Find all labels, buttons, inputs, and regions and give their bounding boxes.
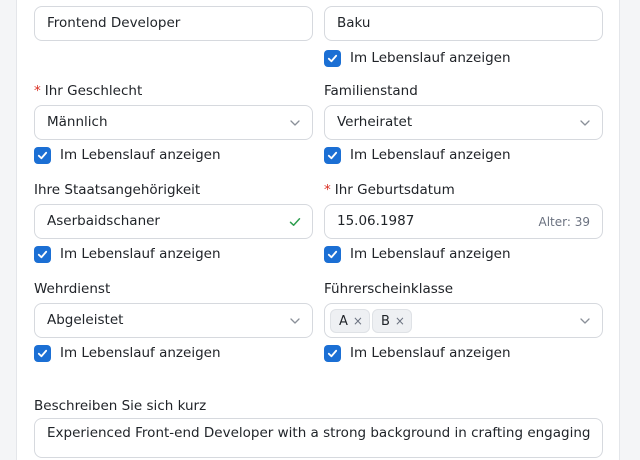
- birthdate-label-text: Ihr Geburtsdatum: [334, 182, 455, 198]
- license-label: Führerscheinklasse: [324, 281, 454, 297]
- checkbox-checked-icon[interactable]: [324, 344, 341, 362]
- chevron-down-icon: [290, 120, 300, 126]
- gender-show-in-cv[interactable]: Im Lebenslauf anzeigen: [34, 146, 221, 164]
- valid-check-icon: [289, 218, 301, 226]
- remove-tag-icon[interactable]: ×: [353, 314, 363, 328]
- show-in-cv-label: Im Lebenslauf anzeigen: [60, 246, 221, 262]
- gender-value: Männlich: [47, 114, 108, 130]
- military-value: Abgeleistet: [47, 312, 124, 328]
- show-in-cv-label: Im Lebenslauf anzeigen: [350, 345, 511, 361]
- chevron-down-icon: [580, 318, 590, 324]
- birthdate-input[interactable]: 15.06.1987 Alter: 39: [324, 204, 603, 239]
- license-show-in-cv[interactable]: Im Lebenslauf anzeigen: [324, 344, 511, 362]
- military-show-in-cv[interactable]: Im Lebenslauf anzeigen: [34, 344, 221, 362]
- show-in-cv-label: Im Lebenslauf anzeigen: [350, 147, 511, 163]
- license-multiselect[interactable]: A × B ×: [324, 303, 603, 338]
- required-mark: *: [324, 182, 331, 198]
- description-textarea[interactable]: Experienced Front-end Developer with a s…: [34, 418, 603, 458]
- citizenship-label: Ihre Staatsangehörigkeit: [34, 182, 201, 198]
- description-label: Beschreiben Sie sich kurz: [34, 398, 207, 414]
- checkbox-checked-icon[interactable]: [324, 49, 341, 67]
- city-value: Baku: [337, 15, 371, 31]
- marital-show-in-cv[interactable]: Im Lebenslauf anzeigen: [324, 146, 511, 164]
- gender-label-text: Ihr Geschlecht: [44, 83, 143, 99]
- marital-value: Verheiratet: [337, 114, 413, 130]
- license-tag-a: A ×: [330, 309, 370, 333]
- description-value: Experienced Front-end Developer with a s…: [47, 425, 591, 441]
- gender-select[interactable]: Männlich: [34, 105, 313, 140]
- checkbox-checked-icon[interactable]: [34, 146, 51, 164]
- show-in-cv-label: Im Lebenslauf anzeigen: [60, 345, 221, 361]
- remove-tag-icon[interactable]: ×: [395, 314, 405, 328]
- birthdate-show-in-cv[interactable]: Im Lebenslauf anzeigen: [324, 245, 511, 263]
- gender-label: * Ihr Geschlecht: [34, 83, 142, 99]
- tag-label: B: [381, 313, 390, 329]
- citizenship-select[interactable]: Aserbaidschaner: [34, 204, 313, 239]
- show-in-cv-label: Im Lebenslauf anzeigen: [350, 246, 511, 262]
- birthdate-value: 15.06.1987: [337, 213, 415, 229]
- tag-label: A: [339, 313, 348, 329]
- city-show-in-cv[interactable]: Im Lebenslauf anzeigen: [324, 49, 511, 67]
- job-title-input[interactable]: Frontend Developer: [34, 6, 313, 41]
- age-hint: Alter: 39: [538, 215, 590, 229]
- military-label: Wehrdienst: [34, 281, 111, 297]
- city-input[interactable]: Baku: [324, 6, 603, 41]
- birthdate-label: * Ihr Geburtsdatum: [324, 182, 455, 198]
- marital-label: Familienstand: [324, 83, 418, 99]
- military-select[interactable]: Abgeleistet: [34, 303, 313, 338]
- chevron-down-icon: [580, 120, 590, 126]
- show-in-cv-label: Im Lebenslauf anzeigen: [350, 50, 511, 66]
- citizenship-value: Aserbaidschaner: [47, 213, 160, 229]
- show-in-cv-label: Im Lebenslauf anzeigen: [60, 147, 221, 163]
- citizenship-show-in-cv[interactable]: Im Lebenslauf anzeigen: [34, 245, 221, 263]
- checkbox-checked-icon[interactable]: [34, 344, 51, 362]
- required-mark: *: [34, 83, 41, 99]
- profile-form-card: Frontend Developer Baku Im Lebenslauf an…: [16, 0, 620, 460]
- license-tag-b: B ×: [372, 309, 412, 333]
- chevron-down-icon: [290, 318, 300, 324]
- checkbox-checked-icon[interactable]: [34, 245, 51, 263]
- checkbox-checked-icon[interactable]: [324, 146, 341, 164]
- checkbox-checked-icon[interactable]: [324, 245, 341, 263]
- job-title-value: Frontend Developer: [47, 15, 181, 31]
- marital-select[interactable]: Verheiratet: [324, 105, 603, 140]
